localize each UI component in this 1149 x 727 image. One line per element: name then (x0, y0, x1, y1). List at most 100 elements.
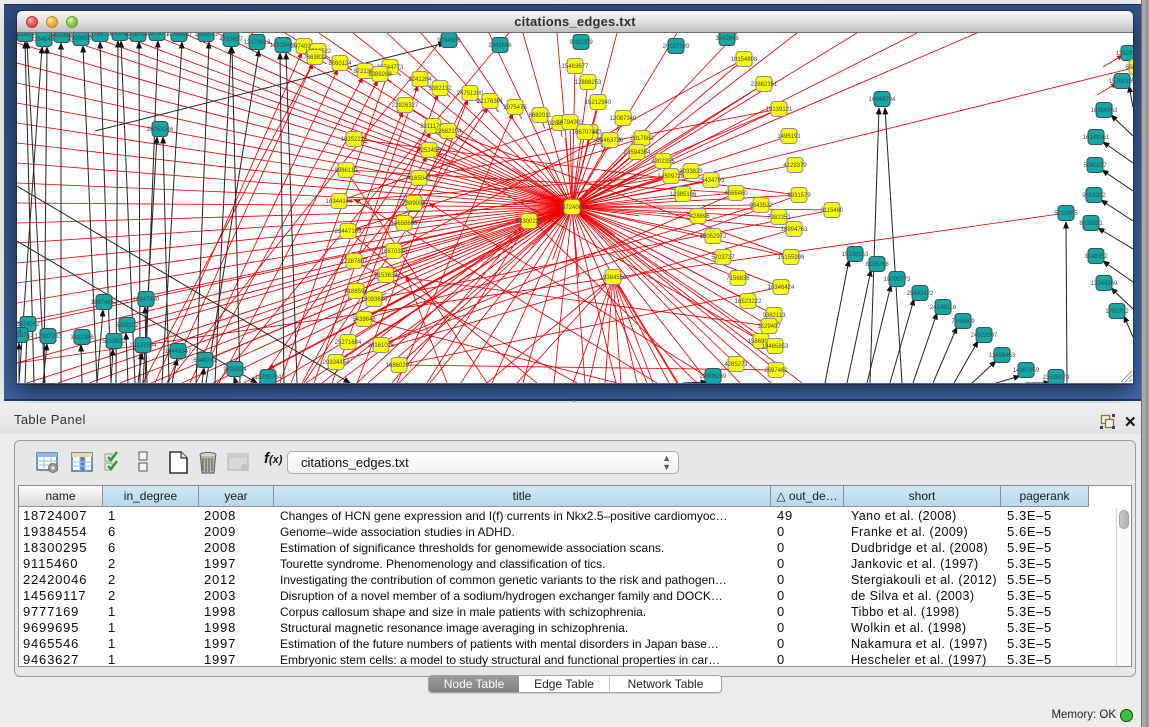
svg-text:17394887: 17394887 (166, 33, 193, 38)
svg-text:1705792: 1705792 (1105, 309, 1129, 315)
svg-text:19139121: 19139121 (766, 107, 793, 113)
svg-text:13529912: 13529912 (1116, 51, 1133, 57)
svg-text:16648794: 16648794 (869, 97, 896, 103)
svg-text:6540741: 6540741 (193, 358, 217, 364)
svg-text:9153634: 9153634 (374, 273, 398, 279)
svg-text:22806289: 22806289 (700, 374, 727, 380)
svg-text:18705794: 18705794 (255, 375, 282, 381)
svg-text:19465853: 19465853 (762, 344, 789, 350)
svg-text:8539591: 8539591 (1079, 221, 1103, 227)
svg-text:24751200: 24751200 (457, 91, 484, 97)
svg-text:5219822: 5219822 (102, 339, 126, 345)
svg-text:7156836: 7156836 (726, 276, 750, 282)
svg-text:16052972: 16052972 (700, 234, 727, 240)
svg-text:9115460: 9115460 (821, 208, 845, 214)
svg-text:4666460: 4666460 (724, 191, 748, 197)
svg-text:12888253: 12888253 (575, 80, 602, 86)
svg-text:23300235: 23300235 (516, 219, 543, 225)
svg-text:18724007: 18724007 (559, 205, 586, 211)
svg-text:25463726: 25463726 (597, 138, 624, 144)
svg-text:5703737: 5703737 (711, 255, 735, 261)
svg-text:3322386: 3322386 (70, 335, 94, 341)
svg-text:13179613: 13179613 (244, 40, 271, 46)
svg-text:12087340: 12087340 (610, 116, 637, 122)
svg-text:8188594: 8188594 (344, 289, 368, 295)
svg-text:12344269: 12344269 (1091, 281, 1118, 287)
svg-text:8389269: 8389269 (368, 72, 392, 78)
svg-text:1495191: 1495191 (777, 134, 801, 140)
svg-text:16870338: 16870338 (381, 249, 408, 255)
svg-text:18366963: 18366963 (1091, 108, 1118, 114)
svg-text:19448347: 19448347 (165, 349, 192, 355)
svg-text:23447169: 23447169 (335, 229, 362, 235)
svg-text:19384554: 19384554 (600, 275, 627, 281)
svg-text:23594364: 23594364 (624, 150, 651, 156)
svg-text:23137564: 23137564 (130, 343, 157, 349)
svg-text:7389096: 7389096 (402, 201, 426, 207)
svg-text:25271684: 25271684 (335, 340, 362, 346)
svg-text:4285271: 4285271 (724, 362, 748, 368)
svg-text:2975475: 2975475 (503, 105, 527, 111)
svg-text:5215955: 5215955 (1054, 211, 1078, 217)
svg-text:1241284: 1241284 (408, 77, 432, 83)
svg-text:15700199: 15700199 (1109, 79, 1133, 85)
svg-text:24922597: 24922597 (971, 333, 998, 339)
svg-text:15198153: 15198153 (842, 252, 869, 258)
svg-text:1653531: 1653531 (194, 33, 218, 38)
svg-text:7428696: 7428696 (686, 214, 710, 220)
svg-text:23538074: 23538074 (1043, 375, 1070, 381)
svg-text:7749509: 7749509 (951, 319, 975, 325)
svg-text:10346424: 10346424 (768, 285, 795, 291)
svg-text:3148352: 3148352 (1084, 254, 1108, 260)
svg-text:21353914: 21353914 (17, 329, 22, 335)
svg-text:20037339: 20037339 (663, 44, 690, 50)
svg-text:11459463: 11459463 (989, 353, 1016, 359)
svg-text:5439648: 5439648 (352, 317, 376, 323)
svg-text:19095773: 19095773 (884, 277, 911, 283)
svg-text:3382132: 3382132 (428, 86, 452, 92)
svg-text:8660124: 8660124 (328, 61, 352, 67)
svg-text:17307133: 17307133 (35, 334, 62, 340)
svg-text:16947830: 16947830 (133, 297, 160, 303)
svg-text:10154808: 10154808 (731, 57, 758, 63)
svg-text:14509728: 14509728 (658, 174, 685, 180)
svg-text:4302355: 4302355 (651, 159, 675, 165)
svg-text:25492422: 25492422 (907, 291, 934, 297)
svg-text:7382351: 7382351 (767, 215, 791, 221)
svg-text:22682194: 22682194 (435, 129, 462, 135)
svg-text:8986110: 8986110 (335, 168, 359, 174)
svg-text:17287807: 17287807 (341, 259, 368, 265)
svg-text:9034686: 9034686 (437, 38, 461, 44)
svg-text:18994763: 18994763 (781, 227, 808, 233)
svg-text:20334454: 20334454 (323, 360, 350, 366)
svg-text:3529497: 3529497 (757, 324, 781, 330)
svg-text:9318332: 9318332 (1082, 193, 1106, 199)
svg-text:5060227: 5060227 (1083, 163, 1107, 169)
svg-text:15155998: 15155998 (778, 255, 805, 261)
svg-text:6580474: 6580474 (1125, 65, 1133, 71)
svg-text:16149361: 16149361 (1083, 135, 1110, 141)
svg-text:22176301: 22176301 (477, 99, 504, 105)
svg-text:18874652: 18874652 (91, 300, 118, 306)
svg-text:16670747: 16670747 (572, 130, 599, 136)
svg-text:9082309: 9082309 (569, 40, 593, 46)
svg-text:4252458: 4252458 (417, 148, 441, 154)
svg-text:25434793: 25434793 (698, 178, 725, 184)
svg-text:10344146: 10344146 (326, 199, 353, 205)
svg-text:28053346: 28053346 (147, 127, 174, 133)
svg-text:16860207: 16860207 (386, 363, 413, 369)
svg-text:22882351: 22882351 (751, 82, 778, 88)
svg-text:5308102: 5308102 (115, 323, 139, 329)
svg-text:4165048: 4165048 (407, 176, 431, 182)
svg-text:8682011: 8682011 (529, 113, 553, 119)
svg-text:15212940: 15212940 (585, 100, 612, 106)
svg-text:2697462: 2697462 (764, 368, 788, 374)
svg-text:16523222: 16523222 (735, 299, 762, 305)
svg-text:9343522: 9343522 (749, 203, 773, 209)
svg-text:19093688: 19093688 (361, 297, 388, 303)
svg-text:9893824: 9893824 (223, 367, 247, 373)
svg-text:8106768: 8106768 (865, 262, 889, 268)
svg-text:2943646: 2943646 (488, 43, 512, 49)
svg-text:22926327: 22926327 (392, 103, 419, 109)
svg-text:4129379: 4129379 (783, 163, 807, 169)
